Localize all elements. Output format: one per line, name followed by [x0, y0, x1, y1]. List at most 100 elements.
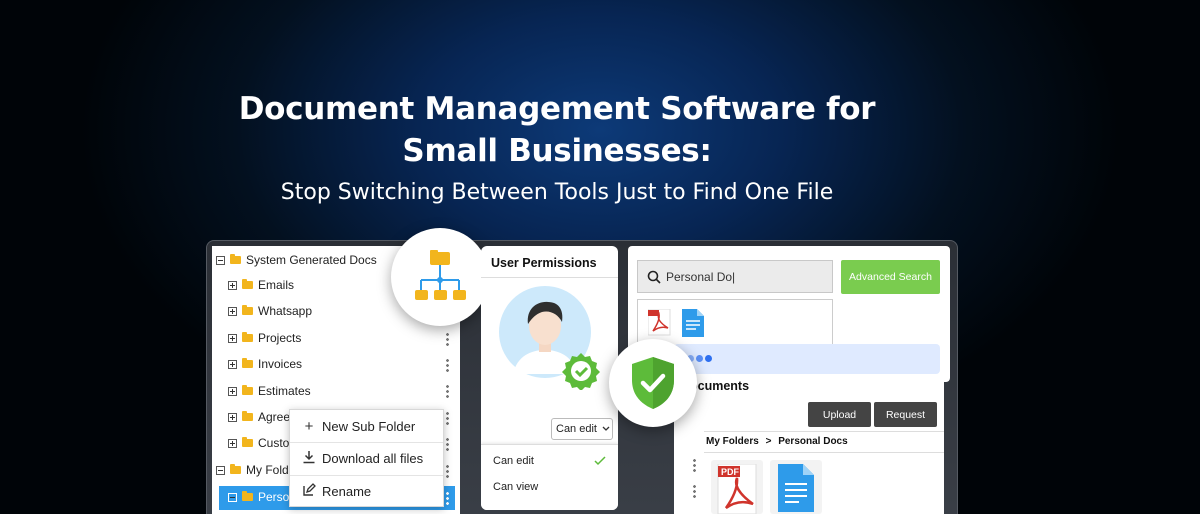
- expand-icon[interactable]: [228, 306, 237, 316]
- search-input[interactable]: Personal Do|: [637, 260, 833, 293]
- tree-item-label: Agree: [258, 410, 291, 424]
- user-permissions-card: User Permissions Can edit Can edit Can v…: [481, 246, 618, 510]
- upload-button[interactable]: Upload: [808, 402, 871, 427]
- breadcrumb-current: Personal Docs: [778, 436, 848, 447]
- menu-item-label: New Sub Folder: [322, 418, 416, 434]
- loading-indicator: [674, 344, 940, 374]
- expand-icon[interactable]: [228, 333, 237, 343]
- verified-badge-icon: [562, 353, 600, 390]
- kebab-icon[interactable]: [446, 437, 449, 451]
- hero-title: Document Management Software for Small B…: [0, 88, 1114, 172]
- tree-item-label: My Folde: [246, 463, 296, 477]
- new-sub-folder-item[interactable]: + New Sub Folder: [290, 410, 443, 442]
- tree-item-label: Projects: [258, 331, 302, 345]
- divider: [704, 431, 944, 432]
- download-all-item[interactable]: Download all files: [290, 442, 443, 474]
- documents-card: ocuments Upload Request My Folders > Per…: [674, 374, 944, 514]
- document-icon: [682, 309, 704, 337]
- tree-item-label: Perso: [258, 490, 290, 504]
- tree-item-projects[interactable]: Projects: [228, 327, 301, 349]
- tree-item-personal[interactable]: Perso: [228, 486, 289, 508]
- folder-icon: [230, 254, 241, 264]
- kebab-icon[interactable]: [446, 384, 449, 398]
- kebab-icon[interactable]: [446, 464, 449, 478]
- collapse-icon[interactable]: [228, 492, 237, 502]
- request-button[interactable]: Request: [874, 402, 937, 427]
- tree-item-label: Invoices: [258, 357, 303, 371]
- folder-icon: [242, 358, 253, 368]
- pdf-label: PDF: [721, 467, 740, 477]
- option-can-view[interactable]: Can view: [493, 481, 538, 493]
- kebab-icon[interactable]: [693, 458, 696, 472]
- folder-icon: [242, 491, 253, 501]
- tree-my-folders-row[interactable]: My Folde: [216, 459, 295, 481]
- breadcrumb-root[interactable]: My Folders: [706, 436, 759, 447]
- folder-icon: [230, 464, 241, 474]
- kebab-icon[interactable]: [446, 332, 449, 346]
- tree-item-label: Custo: [258, 436, 290, 450]
- breadcrumb-separator: >: [765, 436, 772, 447]
- collapse-icon[interactable]: [216, 255, 225, 265]
- collapse-icon[interactable]: [216, 465, 225, 475]
- rename-item[interactable]: Rename: [290, 475, 443, 507]
- context-menu: + New Sub Folder Download all files Rena…: [289, 409, 444, 507]
- expand-icon[interactable]: [228, 359, 237, 369]
- tree-item-label: Emails: [258, 278, 295, 292]
- hero-subtitle: Stop Switching Between Tools Just to Fin…: [280, 180, 834, 205]
- expand-icon[interactable]: [228, 412, 237, 422]
- loading-dot: [696, 355, 703, 362]
- permission-options: Can edit Can view: [481, 444, 618, 510]
- kebab-icon[interactable]: [693, 484, 696, 498]
- tree-item-customers[interactable]: Custo: [228, 432, 289, 454]
- tree-item-agreements[interactable]: Agree: [228, 406, 290, 428]
- expand-icon[interactable]: [228, 438, 237, 448]
- expand-icon[interactable]: [228, 386, 237, 396]
- tree-item-invoices[interactable]: Invoices: [228, 353, 302, 375]
- search-results: [637, 299, 833, 347]
- tree-item-estimates[interactable]: Estimates: [228, 380, 311, 402]
- loading-dot: [705, 355, 712, 362]
- folder-icon: [242, 437, 253, 447]
- breadcrumb: My Folders > Personal Docs: [706, 436, 848, 447]
- option-can-edit[interactable]: Can edit: [493, 455, 534, 467]
- tree-item-emails[interactable]: Emails: [228, 274, 294, 296]
- search-icon: [647, 270, 661, 287]
- menu-item-label: Rename: [322, 484, 372, 499]
- tree-root-label: System Generated Docs: [246, 253, 377, 267]
- pdf-file-tile[interactable]: PDF: [711, 460, 763, 514]
- pdf-icon: PDF: [717, 464, 757, 514]
- divider: [704, 452, 944, 453]
- download-icon: [302, 450, 316, 468]
- rename-icon: [302, 482, 316, 501]
- tree-item-label: Estimates: [258, 384, 311, 398]
- doc-file-tile[interactable]: [770, 460, 822, 514]
- folder-icon: [242, 411, 253, 421]
- pdf-icon: [648, 309, 671, 336]
- document-icon: [778, 464, 814, 512]
- folder-icon: [242, 279, 253, 289]
- expand-icon[interactable]: [228, 280, 237, 290]
- kebab-icon[interactable]: [446, 358, 449, 372]
- hero-title-line2: Small Businesses:: [402, 133, 712, 169]
- org-chart-bubble: [391, 228, 489, 326]
- chevron-down-icon: [602, 424, 610, 434]
- tree-item-whatsapp[interactable]: Whatsapp: [228, 300, 312, 322]
- org-chart-icon: [415, 250, 466, 300]
- plus-icon: +: [304, 417, 314, 435]
- documents-title: ocuments: [690, 379, 750, 393]
- menu-item-label: Download all files: [322, 451, 424, 466]
- hero-title-line1: Document Management Software for: [238, 91, 876, 127]
- permission-select[interactable]: Can edit: [551, 418, 613, 440]
- search-query: Personal Do|: [666, 269, 736, 284]
- tree-root-row[interactable]: System Generated Docs: [216, 249, 377, 271]
- advanced-search-button[interactable]: Advanced Search: [841, 260, 940, 294]
- kebab-icon[interactable]: [446, 411, 449, 425]
- folder-icon: [242, 332, 253, 342]
- check-icon: [594, 453, 606, 471]
- shield-bubble: [609, 339, 697, 427]
- folder-icon: [242, 385, 253, 395]
- kebab-icon[interactable]: [446, 491, 449, 505]
- tree-item-label: Whatsapp: [258, 304, 313, 318]
- shield-check-icon: [632, 357, 674, 409]
- permissions-title: User Permissions: [491, 256, 597, 270]
